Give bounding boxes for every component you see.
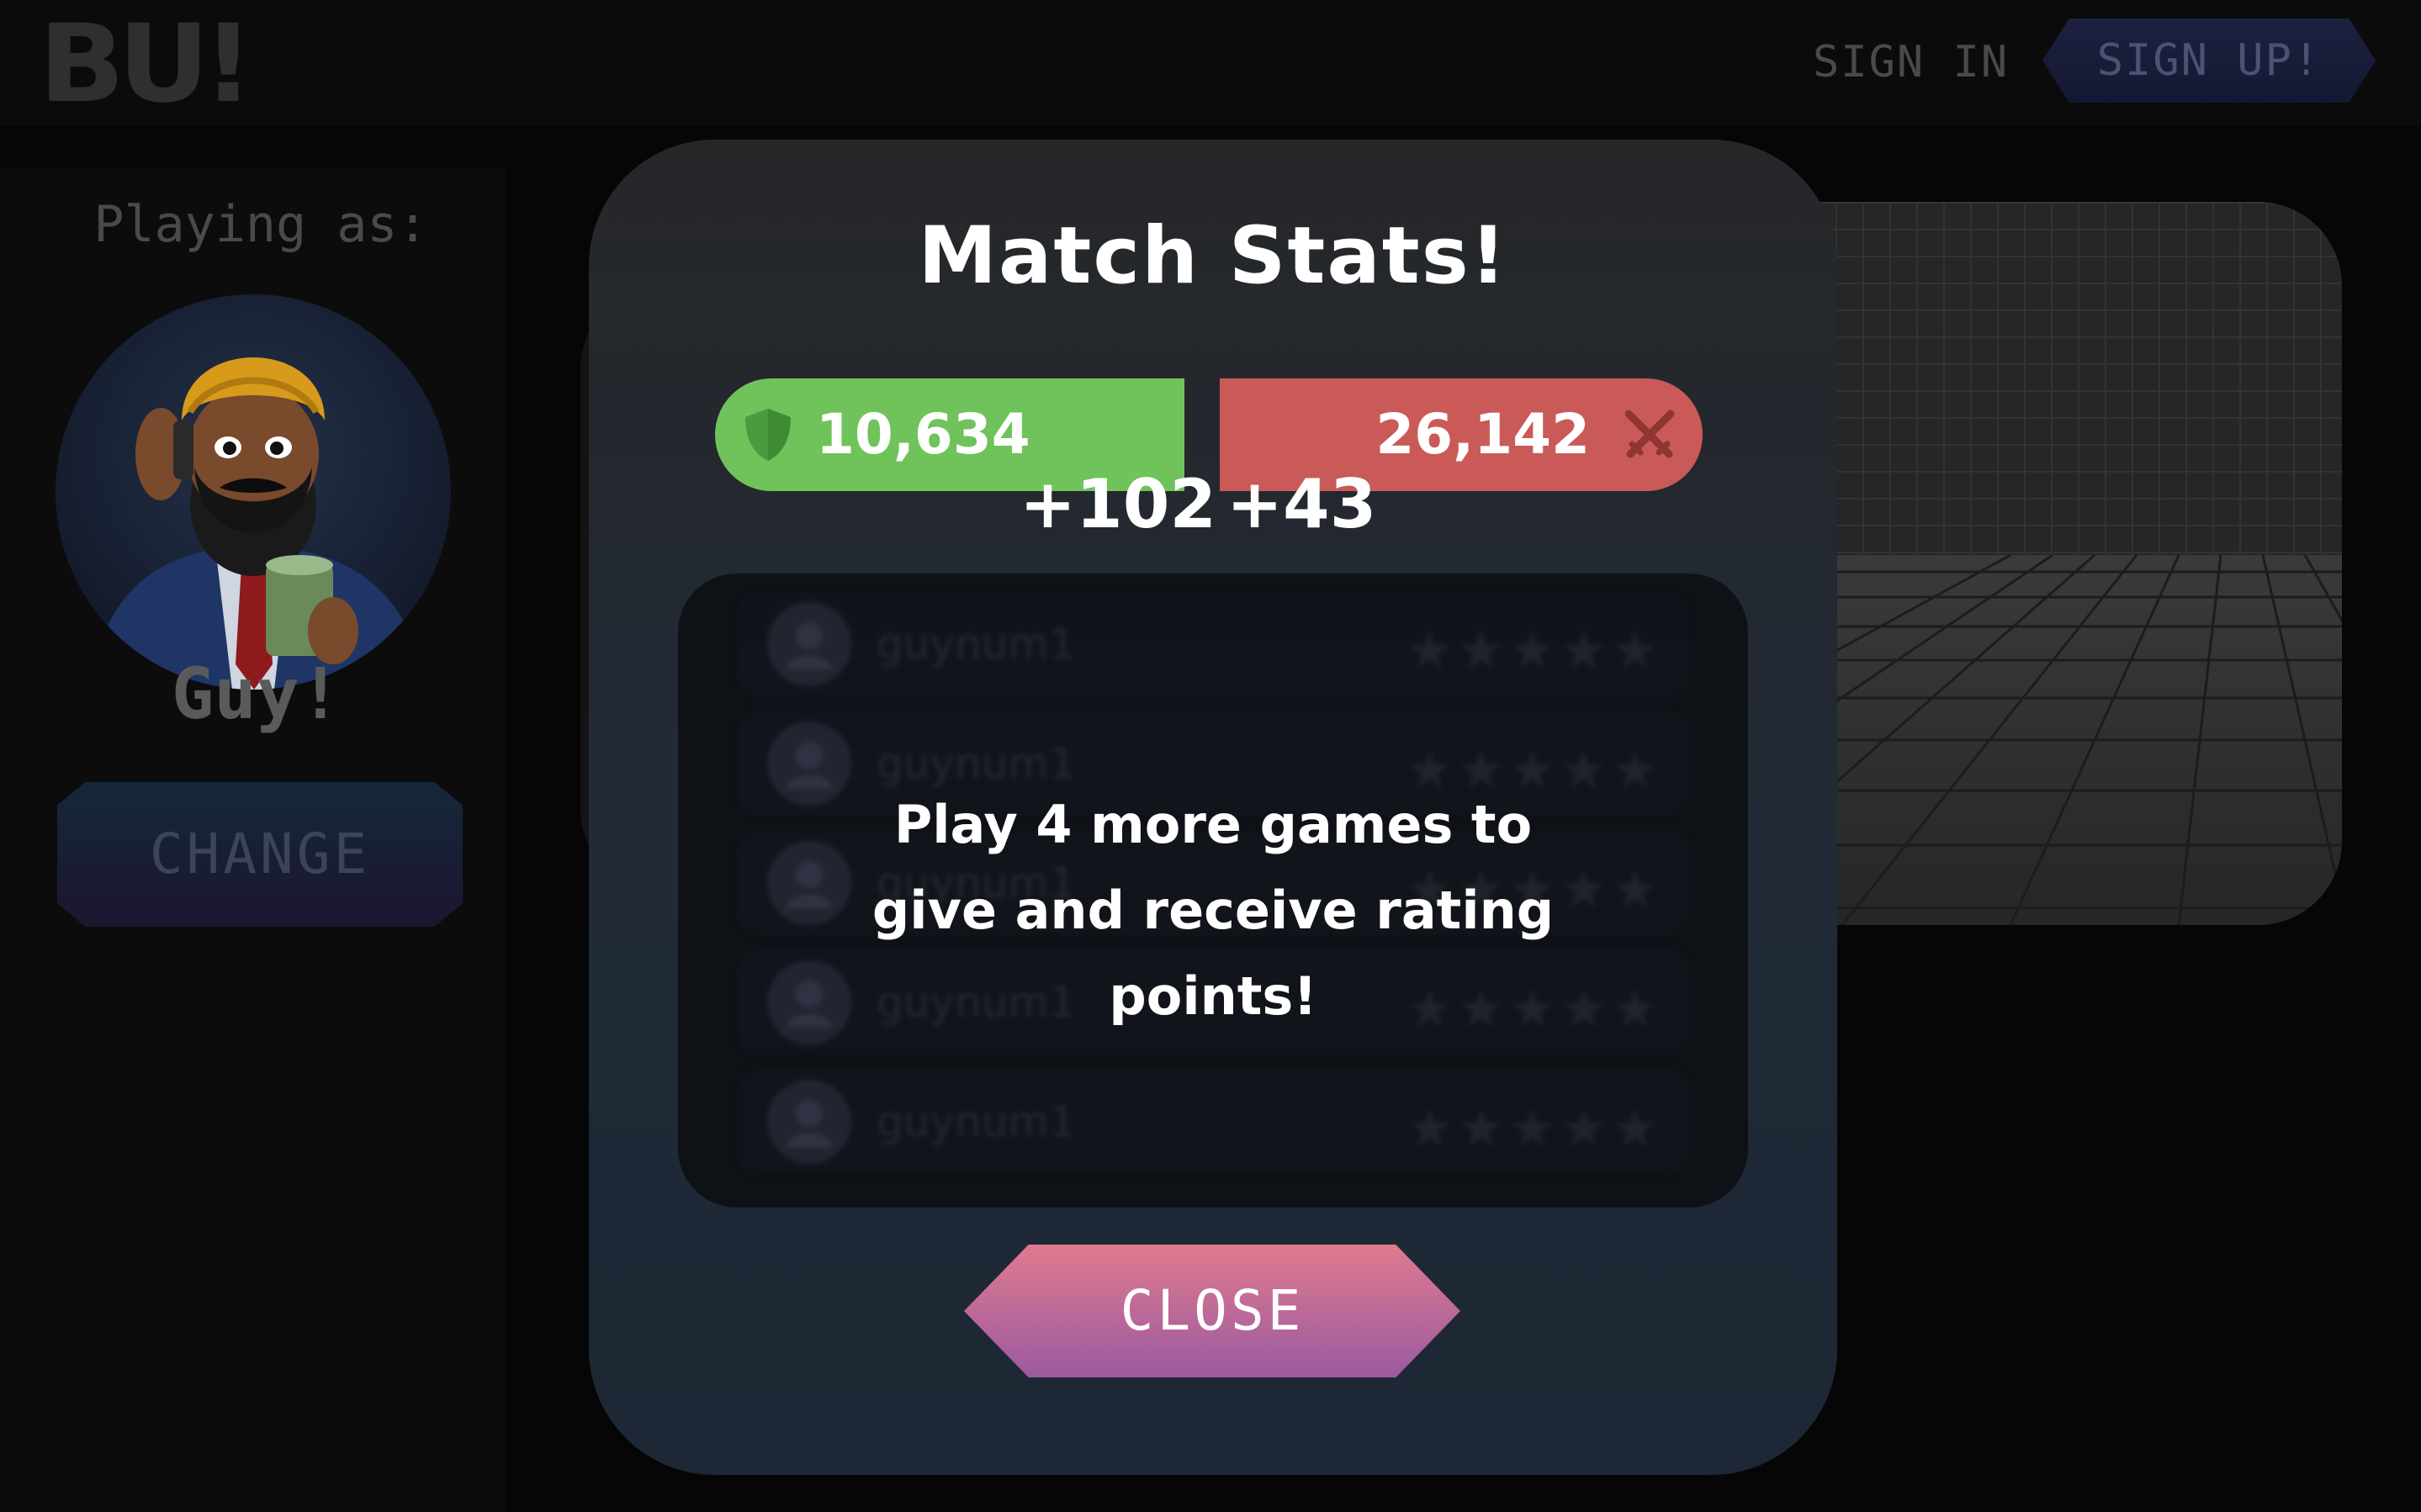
character-portrait-icon xyxy=(89,357,426,690)
close-button[interactable]: CLOSE xyxy=(964,1245,1460,1377)
rating-lock-message: Play 4 more games to give and receive ra… xyxy=(871,794,1555,1027)
user-avatar-icon xyxy=(767,602,851,686)
rating-row: guynum1 ★★★★★ xyxy=(737,1070,1689,1174)
star-rating: ★★★★★ xyxy=(1407,600,1664,687)
star-rating: ★★★★★ xyxy=(1407,1078,1664,1165)
rating-row-name: guynum1 xyxy=(877,1097,1076,1146)
attack-score: 26,142 xyxy=(1375,402,1590,467)
modal-title: Match Stats! xyxy=(918,210,1508,302)
top-bar: BU! SIGN IN SIGN UP! xyxy=(0,0,2421,126)
rating-row-name: guynum1 xyxy=(877,620,1076,669)
crossed-swords-icon xyxy=(1620,405,1679,464)
ratings-panel: guynum1 ★★★★★ guynum1 ★★★★★ guynum1 ★★★★… xyxy=(678,574,1748,1208)
shield-icon xyxy=(739,405,797,464)
game-screen: BU! SIGN IN SIGN UP! Playing as: Guy! CH… xyxy=(0,0,2421,1512)
playing-as-label: Playing as: xyxy=(93,195,428,254)
defense-delta: +102 xyxy=(1020,465,1217,543)
player-avatar xyxy=(56,294,451,690)
rating-row: guynum1 ★★★★★ xyxy=(737,592,1689,696)
defense-score: 10,634 xyxy=(816,402,1030,467)
user-avatar-icon xyxy=(767,1080,851,1164)
logo[interactable]: BU! xyxy=(39,11,254,119)
change-character-button[interactable]: CHANGE xyxy=(57,782,463,927)
attack-delta: +43 xyxy=(1226,465,1377,543)
player-name: Guy! xyxy=(171,653,342,735)
match-stats-modal: Match Stats! 10,634 26,142 +102 +43 guyn… xyxy=(589,140,1837,1475)
sign-in-link[interactable]: SIGN IN xyxy=(1813,37,2009,87)
sign-up-button[interactable]: SIGN UP! xyxy=(2042,19,2376,103)
